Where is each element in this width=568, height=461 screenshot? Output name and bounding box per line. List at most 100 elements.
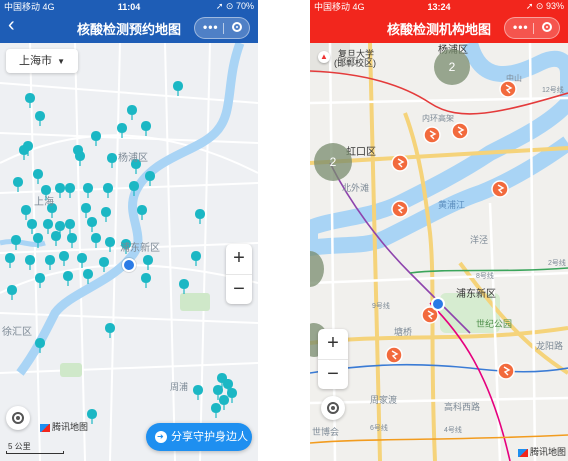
test-site-pin[interactable] [44, 254, 56, 271]
city-selector[interactable]: 上海市 ▼ [6, 49, 78, 73]
tencent-map-logo-icon [518, 448, 528, 457]
test-site-pin[interactable] [62, 270, 74, 287]
left-map[interactable]: 杨浦区 浦东新区 徐汇区 上海 周浦 上海市 ▼ + − 腾讯地图 5 公里 [0, 43, 258, 461]
test-site-pin[interactable] [20, 204, 32, 221]
test-site-pin[interactable] [82, 268, 94, 285]
test-site-pin[interactable] [32, 168, 44, 185]
left-navbar: ‹ 核酸检测预约地图 ••• [0, 13, 258, 43]
test-site-pin[interactable] [190, 250, 202, 267]
map-label-xuhui: 徐汇区 [2, 327, 32, 338]
locate-target-icon [12, 412, 24, 424]
test-site-pin[interactable] [18, 144, 30, 161]
zoom-control: + − [226, 244, 252, 304]
test-site-pin[interactable] [80, 202, 92, 219]
more-dots-icon[interactable]: ••• [203, 20, 219, 34]
miniprogram-capsule: ••• [194, 17, 250, 39]
map-label-pudong: 浦东新区 [120, 243, 160, 254]
testing-institution-marker[interactable] [391, 200, 409, 218]
map-label-zhou: 周浦 [170, 382, 189, 392]
testing-institution-marker[interactable] [423, 126, 441, 144]
map-label-yangpu: 杨浦区 [118, 153, 148, 164]
testing-institution-marker[interactable] [491, 180, 509, 198]
share-icon [155, 423, 167, 451]
zoom-in-button[interactable]: + [226, 244, 252, 274]
test-site-pin[interactable] [6, 284, 18, 301]
test-site-pin[interactable] [106, 152, 118, 169]
test-site-pin[interactable] [34, 272, 46, 289]
test-site-pin[interactable] [90, 232, 102, 249]
test-site-pin[interactable] [104, 322, 116, 339]
testing-institution-marker[interactable] [385, 346, 403, 364]
status-indicators: ➚ ⊙ 70% [215, 1, 254, 11]
right-phone-screen: 复旦大学 (邯郸校区) 杨浦区 虹口区 北外滩 黄浦江 浦东新区 世纪公园 塘桥… [310, 0, 568, 461]
locate-button[interactable] [6, 406, 30, 430]
test-site-pin[interactable] [136, 204, 148, 221]
right-navbar: 核酸检测机构地图 ••• [310, 13, 568, 43]
more-dots-icon[interactable]: ••• [513, 20, 529, 34]
testing-institution-marker[interactable] [499, 80, 517, 98]
test-site-pin[interactable] [210, 402, 222, 419]
test-site-pin[interactable] [142, 254, 154, 271]
test-site-pin[interactable] [50, 230, 62, 247]
test-site-pin[interactable] [104, 236, 116, 253]
test-site-pin[interactable] [66, 232, 78, 249]
map-scale-bar [6, 451, 64, 454]
test-site-pin[interactable] [12, 176, 24, 193]
test-site-pin[interactable] [24, 92, 36, 109]
test-site-pin[interactable] [32, 232, 44, 249]
zoom-control: + − [318, 329, 348, 389]
locate-crosshair-icon [327, 402, 339, 414]
test-site-pin[interactable] [74, 150, 86, 167]
test-site-pin[interactable] [82, 182, 94, 199]
test-site-pin[interactable] [178, 278, 190, 295]
right-map-markers [385, 80, 517, 380]
test-site-pin[interactable] [144, 170, 156, 187]
test-site-pin[interactable] [64, 218, 76, 235]
miniprogram-capsule: ••• [504, 17, 560, 39]
zoom-out-button[interactable]: − [226, 274, 252, 305]
tencent-map-logo-text: 腾讯地图 [530, 447, 567, 457]
test-site-pin[interactable] [90, 130, 102, 147]
tencent-map-logo-text: 腾讯地图 [52, 422, 89, 432]
test-site-pin[interactable] [102, 182, 114, 199]
share-button[interactable]: 分享守护身边人 [146, 423, 252, 451]
locate-button[interactable] [321, 396, 345, 420]
test-site-pin[interactable] [194, 208, 206, 225]
test-site-pin[interactable] [26, 218, 38, 235]
capsule-divider [533, 23, 534, 34]
test-site-pin[interactable] [116, 122, 128, 139]
test-site-pin[interactable] [4, 252, 16, 269]
test-site-pin[interactable] [86, 216, 98, 233]
test-site-pin[interactable] [192, 384, 204, 401]
test-site-pin[interactable] [126, 104, 138, 121]
test-site-pin[interactable] [76, 252, 88, 269]
test-site-pin[interactable] [42, 218, 54, 235]
right-status-bar: 中国移动 4G 13:24 ➚ ⊙ 93% [310, 0, 568, 13]
test-site-pin[interactable] [100, 206, 112, 223]
test-site-pin[interactable] [64, 182, 76, 199]
testing-institution-marker[interactable] [497, 362, 515, 380]
test-site-pin[interactable] [54, 182, 66, 199]
close-target-icon[interactable] [232, 22, 242, 32]
compass-icon[interactable]: ▲ [318, 51, 330, 63]
status-indicators: ➚ ⊙ 93% [525, 1, 564, 11]
test-site-pin[interactable] [172, 80, 184, 97]
test-site-pin[interactable] [24, 254, 36, 271]
test-site-pin[interactable] [86, 408, 98, 425]
testing-institution-marker[interactable] [451, 122, 469, 140]
testing-institution-marker[interactable] [391, 154, 409, 172]
test-site-pin[interactable] [140, 272, 152, 289]
test-site-pin[interactable] [10, 234, 22, 251]
test-site-pin[interactable] [98, 256, 110, 273]
test-site-pin[interactable] [34, 110, 46, 127]
right-map[interactable]: 复旦大学 (邯郸校区) 杨浦区 虹口区 北外滩 黄浦江 浦东新区 世纪公园 塘桥… [310, 43, 568, 461]
test-site-pin[interactable] [34, 337, 46, 354]
zoom-in-button[interactable]: + [318, 329, 348, 359]
zoom-out-button[interactable]: − [318, 359, 348, 390]
left-phone-screen: 杨浦区 浦东新区 徐汇区 上海 周浦 上海市 ▼ + − 腾讯地图 5 公里 中 [0, 0, 258, 461]
close-target-icon[interactable] [542, 22, 552, 32]
test-site-pin[interactable] [140, 120, 152, 137]
test-site-pin[interactable] [58, 250, 70, 267]
test-site-pin[interactable] [128, 180, 140, 197]
tencent-map-logo-icon [40, 423, 50, 432]
